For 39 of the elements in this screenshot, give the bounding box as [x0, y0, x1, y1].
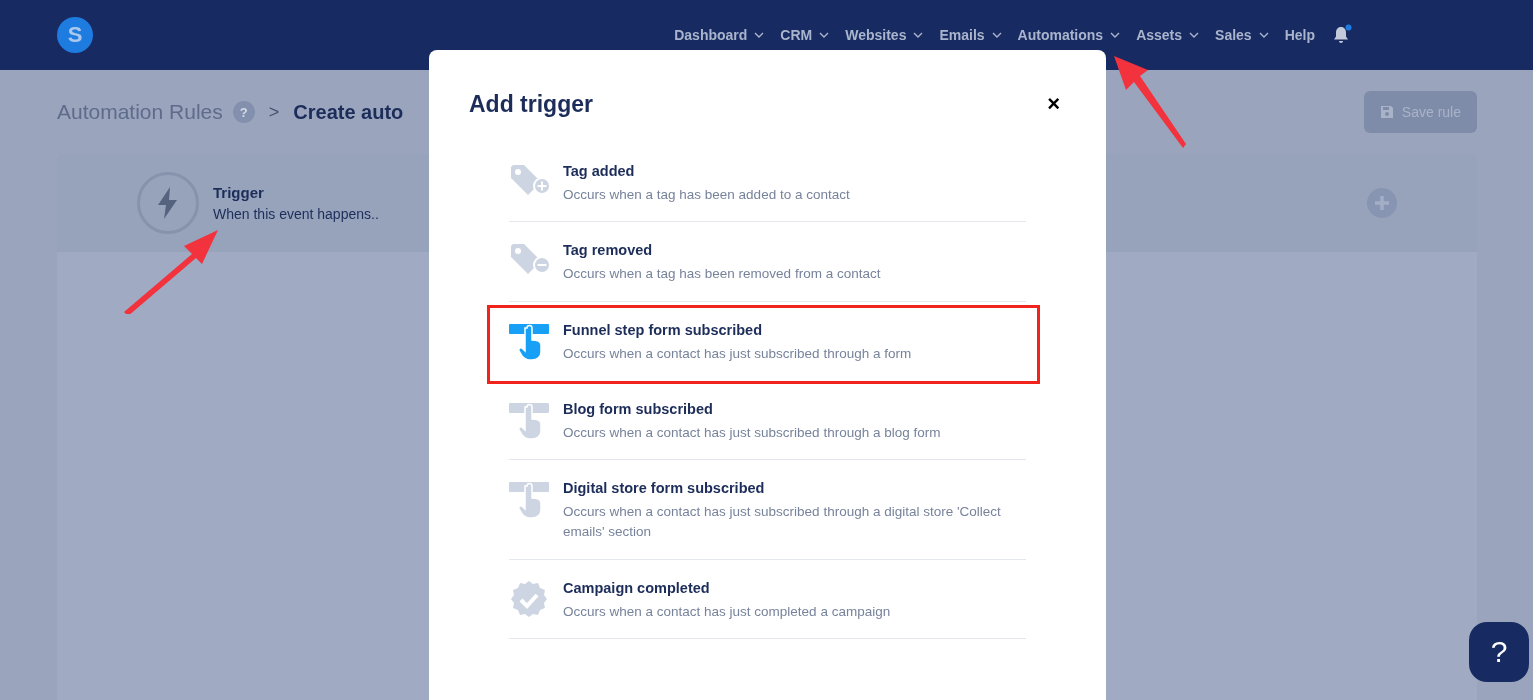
- nav-menu-item[interactable]: Dashboard: [674, 27, 765, 43]
- page-title: Create auto: [293, 100, 404, 124]
- option-title: Tag removed: [563, 242, 654, 259]
- nav-menu-item[interactable]: Emails: [939, 27, 1002, 43]
- nav-menu-item[interactable]: CRM: [780, 27, 830, 43]
- option-description: Occurs when a contact has just completed a campaign: [563, 602, 891, 621]
- nav-menu-item[interactable]: Websites: [845, 27, 924, 43]
- trigger-option[interactable]: Blog form subscribed Occurs when a contact has just subscribed through a blog form: [487, 383, 1040, 463]
- trigger-subtitle: When this event happens..: [213, 206, 379, 222]
- option-title: Tag added: [563, 163, 636, 179]
- add-plus-icon[interactable]: [1367, 188, 1397, 218]
- hand-pointer-icon: [509, 480, 551, 520]
- option-description: Occurs when a tag has been removed from a contact: [563, 265, 881, 284]
- hand-pointer-icon: [509, 400, 551, 441]
- close-button[interactable]: ×: [1041, 90, 1066, 118]
- trigger-option[interactable]: Funnel step form subscribed Occurs when a contact has just subscribed through a form: [487, 304, 1040, 384]
- trigger-option[interactable]: Tag removed Occurs when a tag has been removed from a contact: [487, 225, 1040, 305]
- option-title: Campaign completed: [563, 579, 711, 596]
- option-description: Occurs when a contact has just subscribed through a form: [563, 344, 912, 363]
- hand-pointer-icon: [509, 321, 551, 362]
- nav-menu-item[interactable]: Automations: [1017, 27, 1121, 43]
- trigger-option[interactable]: Tag added Occurs when a tag has been added to a contact: [487, 146, 1040, 226]
- nav-menu-item[interactable]: Help: [1284, 27, 1315, 43]
- option-title: Digital store form subscribed: [563, 480, 766, 496]
- option-description: Occurs when a tag has been added to a contact: [563, 186, 850, 204]
- breadcrumb-separator: >: [268, 101, 280, 123]
- help-chat-button[interactable]: ?: [1469, 622, 1529, 682]
- trigger-title: Trigger: [213, 184, 265, 201]
- dialog-title: Add trigger: [469, 90, 593, 118]
- lightning-bolt-icon[interactable]: [137, 172, 199, 234]
- trigger-option[interactable]: Campaign completed Occurs when a contact has just completed a campaign: [487, 562, 1040, 642]
- option-title: Funnel step form subscribed: [563, 321, 763, 338]
- notification-bell-icon[interactable]: [1331, 24, 1353, 46]
- nav-menu-item[interactable]: Sales: [1215, 27, 1269, 43]
- option-title: Blog form subscribed: [563, 400, 714, 417]
- trigger-option[interactable]: Digital store form subscribed Occurs when a contact has just subscribed through a digital store 'Collect emails' section: [487, 463, 1040, 563]
- option-description: Occurs when a contact has just subscribed through a blog form: [563, 423, 941, 442]
- nav-menu-item[interactable]: Assets: [1136, 27, 1200, 43]
- option-description: Occurs when a contact has just subscribed through a digital store 'Collect emails' section: [563, 503, 1002, 542]
